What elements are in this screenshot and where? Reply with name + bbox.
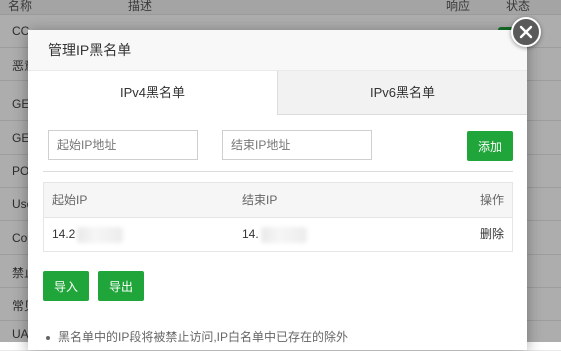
delete-link[interactable]: 删除	[480, 218, 504, 251]
export-button[interactable]: 导出	[98, 271, 144, 301]
header-start-ip: 起始IP	[52, 193, 88, 207]
start-ip-input[interactable]	[48, 130, 198, 160]
row-end-ip: 14.	[242, 218, 307, 251]
ip-blacklist-modal: 管理IP黑名单 IPv4黑名单 IPv6黑名单 添加 起始IP 结束IP 操作 …	[28, 30, 527, 350]
add-button[interactable]: 添加	[467, 131, 513, 161]
header-action: 操作	[479, 193, 504, 207]
redacted-mask	[260, 226, 307, 243]
bullet-icon	[46, 335, 50, 340]
tab-ipv6-blacklist[interactable]: IPv6黑名单	[278, 71, 527, 115]
table-row: 14.2 14. 删除	[44, 218, 512, 251]
header-end-ip: 结束IP	[242, 193, 278, 207]
end-ip-input[interactable]	[222, 130, 372, 160]
divider	[43, 171, 513, 172]
close-button[interactable]	[511, 17, 541, 47]
redacted-mask	[77, 226, 124, 243]
close-icon	[519, 25, 533, 39]
tab-ipv4-blacklist[interactable]: IPv4黑名单	[28, 71, 278, 115]
import-button[interactable]: 导入	[43, 271, 89, 301]
help-note: 黑名单中的IP段将被禁止访问,IP白名单中已存在的除外	[46, 328, 348, 345]
ip-blacklist-table: 起始IP 结束IP 操作 14.2 14. 删除	[43, 182, 513, 252]
modal-title: 管理IP黑名单	[28, 30, 527, 71]
table-header: 起始IP 结束IP 操作	[44, 183, 512, 218]
row-start-ip: 14.2	[52, 218, 124, 251]
tab-bar: IPv4黑名单 IPv6黑名单	[28, 71, 527, 115]
